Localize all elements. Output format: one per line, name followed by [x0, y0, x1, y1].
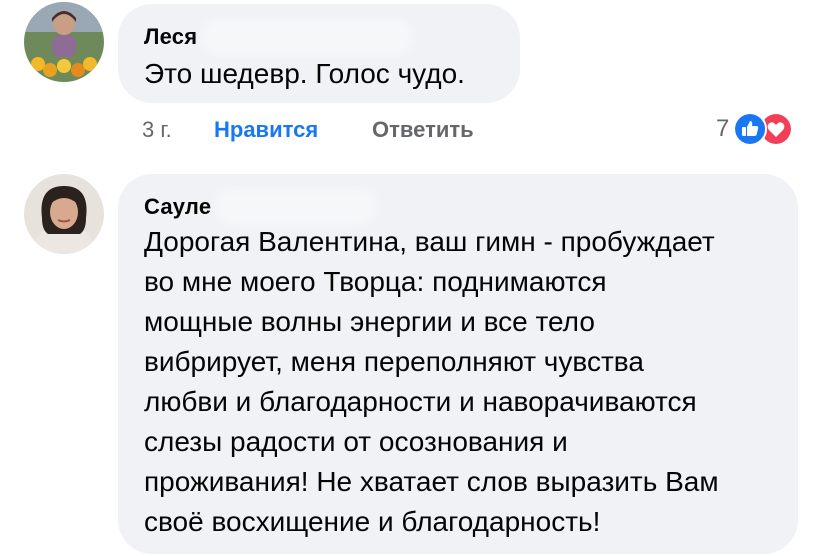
reply-button[interactable]: Ответить — [372, 117, 474, 143]
like-button[interactable]: Нравится — [214, 117, 318, 143]
comment-text-line: слезы радости от осознования и — [144, 426, 568, 457]
comment-author[interactable]: Леся — [144, 24, 197, 50]
comment-text-line: любви и благодарности и наворачиваются — [144, 386, 697, 417]
comment-text-line: вибрирует, меня переполняют чувства — [144, 346, 644, 377]
comment-text-line: во мне моего Творца: поднимаются — [144, 266, 607, 297]
avatar-lesya[interactable] — [24, 2, 104, 82]
comment-author[interactable]: Сауле — [144, 194, 211, 220]
comment-text-line: мощные волны энергии и все тело — [144, 306, 595, 337]
redacted-surname — [207, 25, 408, 49]
like-icon — [733, 112, 768, 146]
comment-bubble-lesya: Леся Это шедевр. Голос чудо. — [118, 4, 520, 103]
reaction-count: 7 — [716, 115, 730, 142]
comment-text: Это шедевр. Голос чудо. — [144, 58, 465, 89]
avatar-saule[interactable] — [24, 174, 104, 254]
comment-timestamp[interactable]: 3 г. — [142, 117, 172, 143]
avatar-lesya-image — [24, 2, 104, 82]
avatar-saule-image — [24, 174, 104, 254]
comment-text-line: Дорогая Валентина, ваш гимн - пробуждает — [144, 226, 715, 257]
comment-text-line: своё восхищение и благодарность! — [144, 506, 601, 537]
reaction-summary[interactable]: 7 — [716, 112, 794, 146]
comment-bubble-saule: Сауле Дорогая Валентина, ваш гимн - проб… — [118, 174, 798, 554]
redacted-surname — [221, 195, 372, 219]
comment-text-line: проживания! Не хватает слов выразить Вам — [144, 466, 719, 497]
comment-text: Дорогая Валентина, ваш гимн - пробуждает… — [144, 222, 772, 542]
